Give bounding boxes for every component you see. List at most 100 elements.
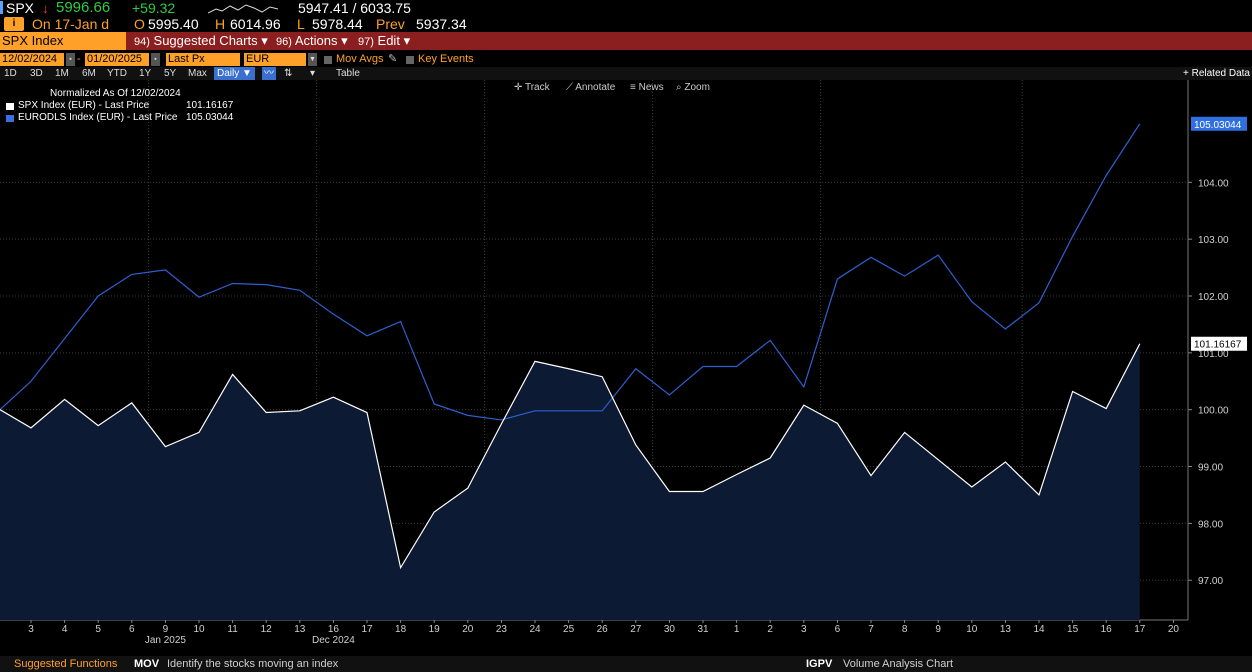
x-tick-label: 1 (734, 624, 740, 635)
chevron-down-icon[interactable]: ▼ (308, 53, 317, 66)
chart-area[interactable]: 97.00 98.00 99.00 100.00 101.00 102.00 103.00 1… (0, 80, 1252, 648)
chevron-down-icon: ▾ (261, 33, 268, 48)
range-max-button[interactable]: Max (188, 67, 207, 80)
spx-area (0, 343, 1140, 620)
x-tick-label: 10 (193, 624, 205, 635)
table-button[interactable]: Table (336, 67, 360, 80)
quote-detail: i On 17-Jan d O 5995.40 H 6014.96 L 5978… (0, 16, 1252, 32)
x-tick-label: 24 (529, 624, 541, 635)
x-tick-label: 8 (902, 624, 908, 635)
x-tick-label: 9 (163, 624, 169, 635)
frequency-selector[interactable]: Daily ▼ (214, 67, 255, 80)
start-date-field[interactable]: 12/02/2024 (0, 53, 64, 66)
chevron-down-icon[interactable]: ▾ (310, 67, 315, 80)
key-events-checkbox[interactable] (406, 56, 414, 64)
mov-avgs-label[interactable]: Mov Avgs (336, 52, 384, 67)
legend-swatch (6, 115, 14, 122)
x-tick-label: 31 (697, 624, 709, 635)
high-value: 6014.96 (230, 16, 281, 32)
annotate-tool[interactable]: ⟋ Annotate (566, 81, 615, 95)
chevron-down-icon: ▾ (403, 33, 411, 48)
suggested-functions-label[interactable]: Suggested Functions (14, 656, 117, 672)
x-tick-label: 16 (328, 624, 340, 635)
prev-value: 5937.34 (416, 16, 467, 32)
zoom-tool[interactable]: ⌕ Zoom (676, 81, 710, 95)
high-label: H (215, 16, 226, 32)
range-1d-button[interactable]: 1D (4, 67, 17, 80)
x-tick-label: 17 (361, 624, 373, 635)
y-tick-label: 97.00 (1198, 576, 1223, 587)
mov-function-text[interactable]: Identify the stocks moving an index (167, 656, 338, 672)
track-label: Track (524, 82, 550, 93)
x-tick-label: 20 (462, 624, 474, 635)
open-value: 5995.40 (148, 16, 199, 32)
mov-function-code[interactable]: MOV (134, 656, 159, 672)
edit-menu[interactable]: 97) Edit ▾ (354, 32, 410, 51)
legend-title: Normalized As Of 12/02/2024 (50, 88, 181, 99)
legend-item-spx[interactable]: SPX Index (EUR) - Last Price 101.16167 (0, 100, 233, 112)
quote-date: On 17-Jan d (32, 16, 110, 32)
x-tick-label: 19 (429, 624, 441, 635)
actions-menu[interactable]: 96) Actions ▾ (272, 32, 348, 51)
menu-number: 94) (134, 36, 150, 48)
annotate-label: Annotate (575, 82, 616, 93)
field-selector[interactable]: Last Px (166, 53, 240, 66)
quote-header: SPX ↓ 5996.66 +59.32 5947.41 / 6033.75 (0, 0, 1252, 16)
range-3d-button[interactable]: 3D (30, 67, 43, 80)
sort-icon[interactable]: ⇅ (284, 67, 292, 80)
x-tick-label: 15 (1067, 624, 1079, 635)
range-1m-button[interactable]: 1M (55, 67, 69, 80)
menu-number: 97) (358, 36, 374, 48)
menu-label: Suggested Charts (153, 33, 258, 48)
parameter-bar: 12/02/2024 ▪ - 01/20/2025 ▪ Last Px EUR … (0, 52, 1252, 67)
spx-last-tag: 101.16167 (1194, 340, 1242, 351)
pencil-icon[interactable]: ✎ (388, 52, 397, 67)
line-chart-icon[interactable]: 〰 (262, 67, 276, 80)
range-6m-button[interactable]: 6M (82, 67, 96, 80)
track-tool[interactable]: ✛ Track (514, 81, 550, 95)
end-date-field[interactable]: 01/20/2025 (85, 53, 149, 66)
legend-item-eurodls[interactable]: EURODLS Index (EUR) - Last Price 105.030… (0, 112, 233, 124)
low-label: L (297, 16, 305, 32)
suggested-charts-menu[interactable]: 94) Suggested Charts ▾ (130, 32, 268, 51)
menu-label: Edit (377, 33, 400, 48)
ticker-symbol[interactable]: SPX (6, 0, 34, 16)
igpv-function-code[interactable]: IGPV (806, 656, 832, 672)
news-tool[interactable]: ≡ News (630, 81, 664, 95)
x-tick-label: 13 (294, 624, 306, 635)
x-tick-label: 17 (1134, 624, 1146, 635)
igpv-function-text[interactable]: Volume Analysis Chart (843, 656, 953, 672)
key-events-label[interactable]: Key Events (418, 52, 474, 67)
price-chart[interactable]: 97.0098.0099.00100.00101.00102.00103.001… (0, 80, 1252, 648)
x-tick-label: 13 (1000, 624, 1012, 635)
eurodls-last-tag: 105.03044 (1194, 120, 1242, 131)
calendar-icon[interactable]: ▪ (151, 53, 160, 66)
last-price: 5996.66 (56, 0, 111, 16)
y-tick-label: 99.00 (1198, 463, 1223, 474)
x-tick-label: 7 (868, 624, 874, 635)
range-1y-button[interactable]: 1Y (139, 67, 151, 80)
y-tick-label: 100.00 (1198, 406, 1229, 417)
x-tick-label: 4 (62, 624, 68, 635)
prev-label: Prev (376, 16, 405, 32)
x-tick-label: 27 (630, 624, 642, 635)
range-5y-button[interactable]: 5Y (164, 67, 176, 80)
y-tick-label: 104.00 (1198, 178, 1229, 189)
x-tick-label: 2 (767, 624, 773, 635)
zoom-label: Zoom (684, 82, 710, 93)
info-icon[interactable]: i (4, 17, 24, 31)
calendar-icon[interactable]: ▪ (66, 53, 75, 66)
chevron-down-icon: ▾ (341, 33, 348, 48)
menu-number: 96) (276, 36, 292, 48)
related-data-button[interactable]: + Related Data (1183, 67, 1250, 80)
security-field[interactable]: SPX Index (0, 32, 126, 50)
x-tick-label: 16 (1101, 624, 1113, 635)
range-ytd-button[interactable]: YTD (107, 67, 127, 80)
x-tick-label: 23 (496, 624, 508, 635)
status-bar: Suggested Functions MOV Identify the sto… (0, 656, 1252, 672)
mov-avgs-checkbox[interactable] (324, 56, 332, 64)
x-tick-label: 30 (664, 624, 676, 635)
currency-selector[interactable]: EUR (244, 53, 306, 66)
x-tick-label: 26 (597, 624, 609, 635)
x-tick-label: 5 (95, 624, 101, 635)
